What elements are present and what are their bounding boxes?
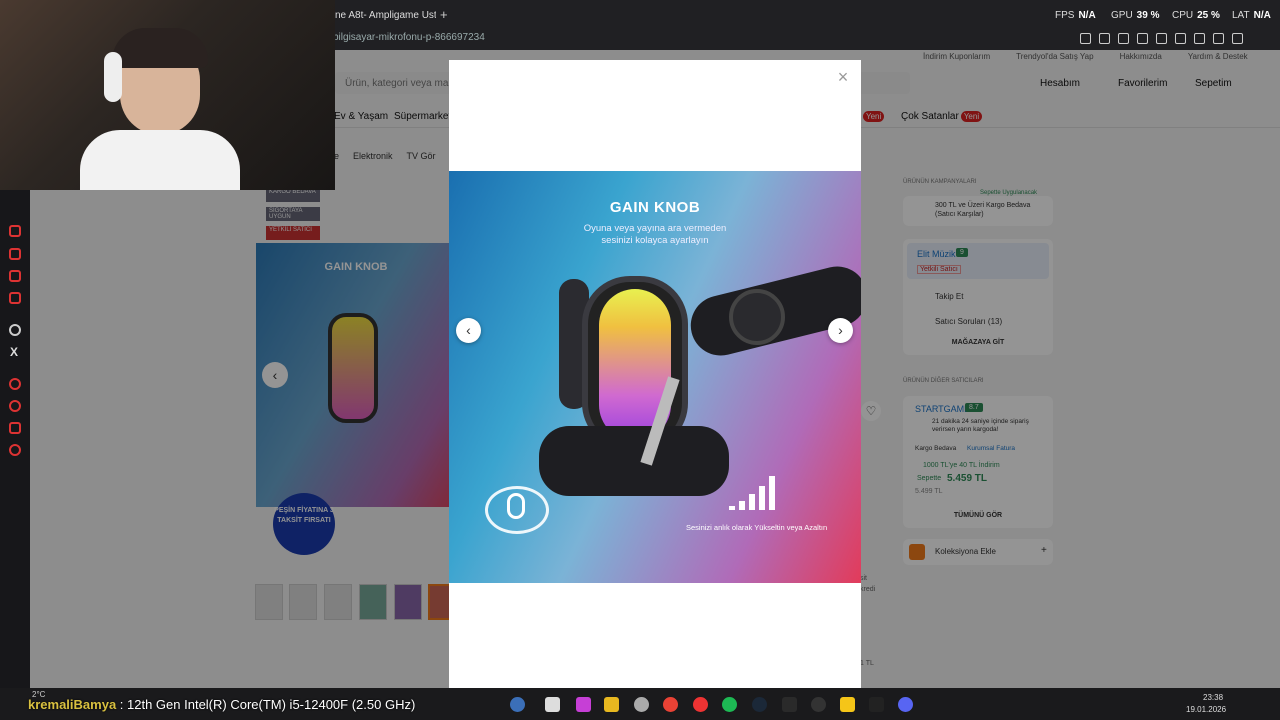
spotify-icon[interactable] bbox=[722, 697, 737, 712]
stream-ticker: kremaliBamya : 12th Gen Intel(R) Core(TM… bbox=[28, 697, 416, 712]
image-title: GAIN KNOB bbox=[609, 199, 701, 216]
mic-symbol bbox=[507, 493, 525, 519]
taskbar-app-icon[interactable] bbox=[545, 697, 560, 712]
level-bar bbox=[769, 476, 775, 510]
mic-shock-mount bbox=[539, 426, 729, 496]
chrome-icon[interactable] bbox=[663, 697, 678, 712]
folder-icon[interactable] bbox=[604, 697, 619, 712]
boom-joint bbox=[729, 289, 785, 345]
level-bar bbox=[749, 494, 755, 510]
fps-readout: FPS N/A bbox=[1055, 10, 1096, 21]
extension-icon[interactable] bbox=[1175, 32, 1186, 44]
extension-icon[interactable] bbox=[1156, 32, 1167, 44]
extension-icon[interactable] bbox=[1213, 32, 1224, 44]
taskbar-app-icon[interactable] bbox=[634, 697, 649, 712]
image-subtitle: Oyuna veya yayına ara vermeden bbox=[583, 223, 727, 234]
level-bar bbox=[759, 486, 765, 510]
browser-tab[interactable]: fine A8t- Ampligame Ust bbox=[330, 5, 436, 27]
clock-icon[interactable] bbox=[9, 400, 21, 412]
discord-icon[interactable] bbox=[898, 697, 913, 712]
opera-icon[interactable] bbox=[693, 697, 708, 712]
x-icon[interactable]: X bbox=[10, 345, 18, 359]
cpu-readout: CPU 25 % bbox=[1172, 10, 1220, 21]
play-icon[interactable] bbox=[9, 378, 21, 390]
extension-icon[interactable] bbox=[1118, 32, 1129, 44]
modal-prev-button[interactable]: ‹ bbox=[456, 318, 481, 343]
browser-extensions[interactable] bbox=[1080, 31, 1280, 45]
streamer-hair bbox=[112, 28, 208, 68]
modal-product-image: GAIN KNOB Oyuna veya yayına ara vermeden… bbox=[449, 171, 861, 583]
steam-icon[interactable] bbox=[752, 697, 767, 712]
level-bar bbox=[739, 501, 745, 510]
monitor-icon[interactable] bbox=[9, 270, 21, 282]
extension-icon[interactable] bbox=[1099, 32, 1110, 44]
mail-icon[interactable] bbox=[9, 292, 21, 304]
taskbar-app-icon[interactable] bbox=[510, 697, 525, 712]
new-tab-button[interactable]: + bbox=[440, 5, 448, 25]
taskbar-app-icon[interactable] bbox=[576, 697, 591, 712]
headset-icon bbox=[104, 52, 122, 102]
gear-icon[interactable] bbox=[9, 444, 21, 456]
browser-sidebar: X bbox=[0, 190, 30, 700]
url-text[interactable]: bilgisayar-mikrofonu-p-866697234 bbox=[333, 32, 485, 43]
latency-readout: LAT N/A bbox=[1232, 10, 1271, 21]
gpu-readout: GPU 39 % bbox=[1111, 10, 1160, 21]
level-bar bbox=[729, 506, 735, 510]
extension-icon[interactable] bbox=[1137, 32, 1148, 44]
refresh-icon[interactable] bbox=[9, 225, 21, 237]
streamer-shirt bbox=[80, 130, 240, 190]
taskbar-app-icon[interactable] bbox=[782, 697, 797, 712]
taskbar-app-icon[interactable] bbox=[811, 697, 826, 712]
image-subtitle: sesinizi kolayca ayarlayın bbox=[601, 235, 709, 246]
clock-date[interactable]: 19.01.2026 bbox=[1186, 705, 1226, 714]
extension-icon[interactable] bbox=[1080, 32, 1091, 44]
modal-next-button[interactable]: › bbox=[828, 318, 853, 343]
webcam-overlay bbox=[0, 0, 335, 190]
chat-icon[interactable] bbox=[9, 422, 21, 434]
clock-time[interactable]: 23:38 bbox=[1203, 693, 1223, 702]
taskbar-app-icon[interactable] bbox=[869, 697, 884, 712]
image-caption: Sesinizi anlık olarak Yükseltin veya Aza… bbox=[686, 523, 828, 532]
extension-icon[interactable] bbox=[1194, 32, 1205, 44]
close-button[interactable]: × bbox=[836, 68, 850, 86]
bag-icon[interactable] bbox=[9, 248, 21, 260]
extension-icon[interactable] bbox=[1232, 32, 1243, 44]
taskbar-app-icon[interactable] bbox=[840, 697, 855, 712]
openai-icon[interactable] bbox=[9, 324, 21, 336]
